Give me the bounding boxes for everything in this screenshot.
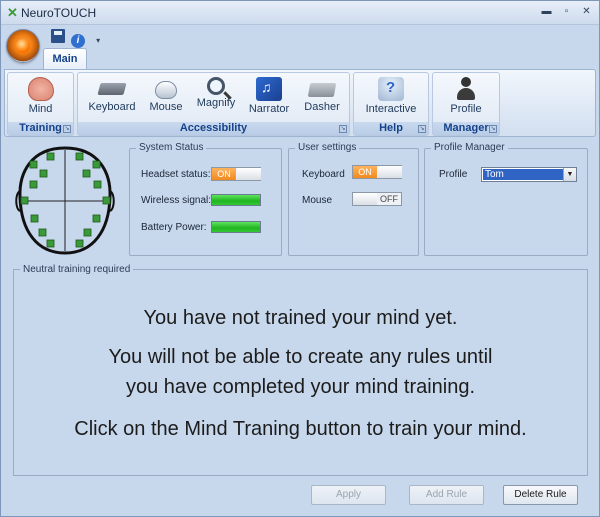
headset-toggle-on: ON [212,168,236,180]
battery-power-bar [211,221,261,233]
tab-main[interactable]: Main [43,48,87,70]
magnify-button-label: Magnify [196,97,236,109]
sensor-dot [83,228,92,237]
training-launcher-icon[interactable]: ↘ [63,125,71,133]
keyboard-toggle-on: ON [353,166,377,178]
profile-icon [453,77,479,101]
magnify-icon [207,77,225,95]
sensor-dot [92,160,101,169]
profile-manager-panel: Profile Manager Profile Tom ▼ [424,142,588,256]
message-line-1: You have not trained your mind yet. [143,307,458,329]
keyboard-button[interactable]: Keyboard [84,75,140,123]
close-button[interactable]: ✕ [579,5,594,18]
ribbon-group-accessibility: Keyboard Mouse Magnify Narrator Dasher A… [77,72,350,136]
profile-manager-title: Profile Manager [431,142,508,154]
ribbon-group-manager: Profile Manager ↘ [432,72,500,136]
sensor-dot [92,214,101,223]
sensor-dot [38,228,47,237]
profile-select-value: Tom [483,169,563,180]
save-icon[interactable] [51,29,65,43]
neutral-training-panel: Neutral training required You have not t… [13,264,588,476]
mouse-toggle-off: OFF [380,194,398,204]
app-x-icon: ✕ [7,5,18,20]
user-settings-title: User settings [295,142,360,154]
minimize-button[interactable]: ▬ [539,5,554,18]
help-launcher-icon[interactable]: ↘ [418,125,426,133]
ribbon: Mind Training ↘ Keyboard Mouse Magnify N… [4,69,596,137]
mind-button-label: Mind [28,103,53,115]
dasher-icon [307,83,337,97]
dasher-button[interactable]: Dasher [297,75,347,123]
mouse-setting-label: Mouse [302,195,333,206]
group-label-help: Help [354,122,428,135]
battery-power-label: Battery Power: [141,222,207,233]
ribbon-group-training: Mind Training ↘ [7,72,74,136]
mouse-icon [155,81,177,99]
wireless-signal-label: Wireless signal: [141,195,212,206]
sensor-dot [82,169,91,178]
window-title: NeuroTOUCH [21,6,97,20]
brain-icon [27,77,54,101]
keyboard-icon [97,83,127,95]
chevron-down-icon[interactable]: ▼ [563,168,576,181]
keyboard-toggle[interactable]: ON [352,165,402,179]
mind-button[interactable]: Mind [8,75,73,123]
profile-label: Profile [439,169,468,180]
profile-select[interactable]: Tom ▼ [481,167,577,182]
mouse-button-label: Mouse [149,101,183,113]
narrator-button-label: Narrator [248,103,290,115]
interactive-button-label: Interactive [365,103,417,115]
delete-rule-button[interactable]: Delete Rule [503,485,578,505]
narrator-icon [256,77,282,101]
dasher-button-label: Dasher [304,101,340,113]
wireless-signal-bar [211,194,261,206]
ribbon-group-help: Interactive Help ↘ [353,72,429,136]
apply-button[interactable]: Apply [311,485,386,505]
title-bar: ✕ NeuroTOUCH ▬ ▫ ✕ [1,1,599,25]
message-line-4: Click on the Mind Traning button to trai… [74,418,527,440]
sensor-dot [75,152,84,161]
keyboard-setting-label: Keyboard [302,169,345,180]
sensor-dot [46,152,55,161]
sensor-dot [46,239,55,248]
headset-sensor-map [15,146,115,255]
application-orb-button[interactable] [6,29,40,63]
group-label-accessibility: Accessibility [78,122,349,135]
mouse-button[interactable]: Mouse [142,75,190,123]
profile-button[interactable]: Profile [437,75,495,123]
sensor-dot [29,180,38,189]
magnify-button[interactable]: Magnify [191,75,241,123]
app-window: ✕ NeuroTOUCH ▬ ▫ ✕ i ▾ Main Mind Trainin… [0,0,600,517]
accessibility-launcher-icon[interactable]: ↘ [339,125,347,133]
info-icon[interactable]: i [71,34,86,48]
keyboard-button-label: Keyboard [88,101,136,113]
mouse-toggle[interactable]: OFF [352,192,402,206]
sensor-dot [102,196,111,205]
restore-button[interactable]: ▫ [559,5,574,18]
sensor-dot [75,239,84,248]
sensor-dot [39,169,48,178]
sensor-dot [30,214,39,223]
interactive-help-button[interactable]: Interactive [358,75,424,123]
sensor-dot [20,196,29,205]
system-status-panel: System Status Headset status: ON Wireles… [129,142,282,256]
system-status-title: System Status [136,142,207,154]
quick-access-toolbar: i ▾ [51,29,108,48]
message-line-3: you have completed your mind training. [125,376,476,398]
add-rule-button[interactable]: Add Rule [409,485,484,505]
profile-button-label: Profile [450,103,482,115]
manager-launcher-icon[interactable]: ↘ [489,125,497,133]
interactive-help-icon [378,77,404,101]
narrator-button[interactable]: Narrator [243,75,295,123]
message-line-2: You will not be able to create any rules… [108,346,493,368]
neutral-training-title: Neutral training required [20,264,134,276]
user-settings-panel: User settings Keyboard ON Mouse OFF [288,142,419,256]
headset-status-label: Headset status: [141,169,211,180]
qat-dropdown-icon[interactable]: ▾ [91,34,105,48]
headset-status-toggle[interactable]: ON [211,167,261,181]
sensor-dot [29,160,38,169]
sensor-dot [93,180,102,189]
